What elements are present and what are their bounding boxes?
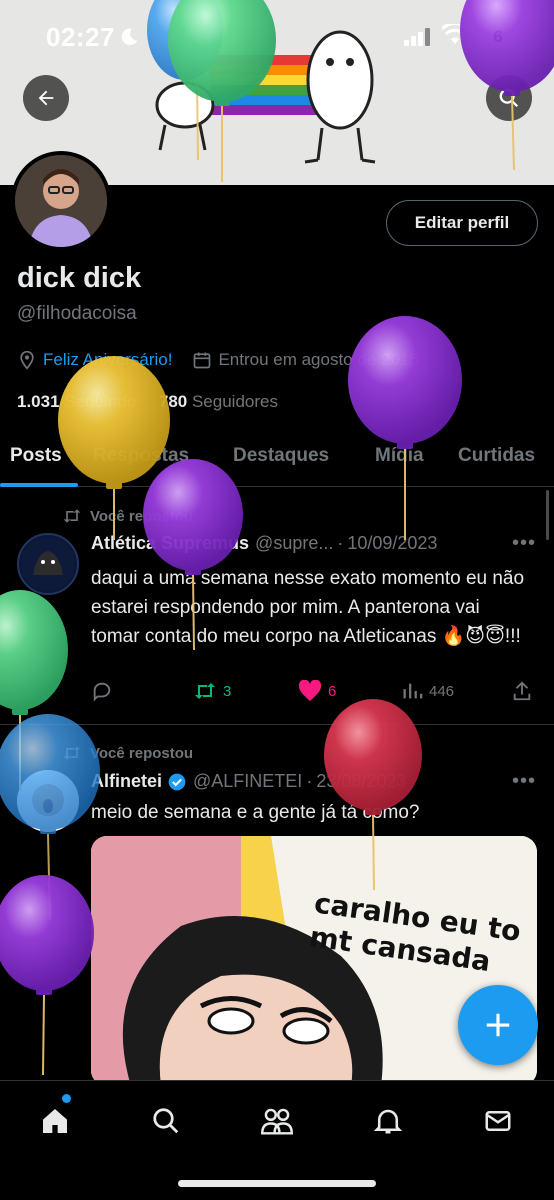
- post-handle: @supre...: [255, 533, 334, 553]
- repost-icon: [195, 683, 215, 699]
- joined-date: Entrou em agosto de 2015: [218, 350, 419, 369]
- post-divider: [0, 724, 554, 725]
- supremus-logo: [21, 537, 75, 591]
- edit-profile-button[interactable]: Editar perfil: [386, 200, 538, 246]
- reply-button[interactable]: [91, 680, 113, 702]
- repost-label: Você repostou: [90, 744, 194, 762]
- profile-meta: Feliz Aniversário! Entrou em agosto de 2…: [17, 350, 419, 370]
- post-author[interactable]: Alfinetei: [91, 771, 162, 792]
- reply-icon: [93, 682, 111, 702]
- mail-icon: [485, 1111, 511, 1131]
- views-button[interactable]: 446: [401, 680, 454, 702]
- separator-dot: ·: [306, 771, 313, 791]
- like-button[interactable]: 6: [298, 680, 336, 702]
- more-icon[interactable]: •••: [512, 770, 536, 793]
- nav-search[interactable]: [146, 1101, 186, 1141]
- profile-name: dick dick: [17, 262, 142, 294]
- post-avatar[interactable]: [17, 770, 79, 832]
- view-count: 446: [429, 682, 455, 700]
- post-header: Atlética Supremus @supre... · 10/09/2023: [91, 533, 437, 554]
- birthday-link[interactable]: Feliz Aniversário!: [43, 350, 172, 370]
- home-indicator: [178, 1180, 376, 1187]
- nav-messages[interactable]: [478, 1101, 518, 1141]
- followers-count: 780: [158, 392, 188, 411]
- following-label: Seguindo: [64, 392, 137, 411]
- heart-icon: [298, 680, 322, 701]
- scrollbar[interactable]: [546, 490, 549, 540]
- repost-indicator: Você repostou: [62, 744, 193, 762]
- status-bar: 02:27 6: [0, 0, 554, 70]
- notification-dot: [62, 1094, 71, 1103]
- moon-icon: [121, 28, 138, 46]
- tab-posts[interactable]: Posts: [10, 445, 62, 467]
- verified-icon: [168, 773, 186, 790]
- home-icon: [43, 1109, 67, 1133]
- post-avatar[interactable]: [17, 533, 79, 595]
- followers-link[interactable]: 780 Seguidores: [159, 392, 278, 411]
- profile-avatar[interactable]: [11, 151, 111, 251]
- post-actions: 3 6 446: [91, 680, 541, 710]
- search-button[interactable]: [486, 75, 532, 121]
- post-date: 10/09/2023: [347, 533, 438, 553]
- repost-count: 3: [223, 682, 232, 700]
- repost-button[interactable]: 3: [193, 680, 231, 702]
- post-date: 23/08/2023: [316, 771, 407, 791]
- repost-indicator: Você repostou: [62, 507, 193, 525]
- people-icon: [261, 1108, 293, 1135]
- followers-label: Seguidores: [191, 392, 278, 411]
- post-author[interactable]: Atlética Supremus: [91, 533, 249, 554]
- bell-icon: [373, 1109, 403, 1134]
- nav-home[interactable]: [35, 1101, 75, 1141]
- tab-likes[interactable]: Curtidas: [458, 445, 535, 467]
- tab-replies[interactable]: Respostas: [93, 445, 189, 467]
- tab-media[interactable]: Mídia: [375, 445, 424, 467]
- repost-icon: [63, 746, 81, 760]
- separator-dot: ·: [337, 533, 344, 553]
- post-text: meio de semana e a gente já tá como?: [91, 802, 420, 823]
- status-time: 02:27: [46, 22, 115, 52]
- search-icon: [153, 1108, 179, 1134]
- active-tab-indicator: [0, 483, 78, 487]
- wifi-icon: [442, 24, 468, 44]
- profile-handle: @filhodacoisa: [17, 303, 137, 324]
- more-icon[interactable]: •••: [512, 532, 536, 555]
- back-button[interactable]: [23, 75, 69, 121]
- profile-tabs: Posts Respostas Destaques Mídia Curtidas: [0, 433, 554, 487]
- share-icon: [513, 681, 531, 701]
- signal-icon: [404, 28, 430, 46]
- following-link[interactable]: 1.031 Seguindo: [17, 392, 136, 411]
- views-icon: [403, 683, 423, 699]
- nav-communities[interactable]: [257, 1101, 297, 1141]
- share-button[interactable]: [511, 680, 533, 702]
- search-icon: [499, 88, 519, 108]
- avatar-photo: [15, 155, 107, 247]
- repost-icon: [63, 509, 81, 523]
- plus-icon: [486, 1013, 510, 1037]
- tab-highlights[interactable]: Destaques: [233, 445, 329, 467]
- following-count: 1.031: [17, 392, 60, 411]
- nav-notifications[interactable]: [368, 1101, 408, 1141]
- post-header: Alfinetei @ALFINETEI · 23/08/2023: [91, 771, 406, 792]
- post-text: daqui a uma semana nesse exato momento e…: [91, 568, 525, 647]
- post-handle: @ALFINETEI: [193, 771, 303, 791]
- battery-indicator: 6: [478, 25, 518, 49]
- location-pin-icon: [20, 350, 34, 370]
- back-arrow-icon: [38, 90, 54, 106]
- like-count: 6: [328, 682, 337, 700]
- alfinetei-avatar: [17, 770, 79, 832]
- calendar-icon: [194, 352, 211, 369]
- repost-label: Você repostou: [90, 507, 194, 525]
- compose-button[interactable]: [458, 985, 538, 1065]
- follow-stats: 1.031 Seguindo 780 Seguidores: [17, 392, 278, 412]
